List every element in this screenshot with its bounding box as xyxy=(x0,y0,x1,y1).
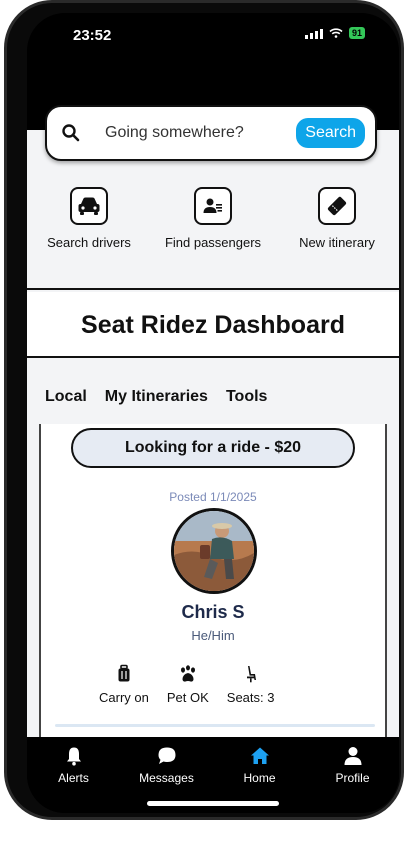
passengers-icon xyxy=(194,187,232,225)
seat-icon xyxy=(246,666,256,683)
nav-label: Messages xyxy=(139,771,194,785)
feature-pet-ok: Pet OK xyxy=(167,664,209,705)
feature-seats: Seats: 3 xyxy=(226,664,275,705)
ride-features: Carry on Pet OK Seats: 3 xyxy=(99,664,274,705)
home-icon xyxy=(250,747,269,764)
title-box: Seat Ridez Dashboard xyxy=(27,292,399,358)
status-time: 23:52 xyxy=(73,27,112,44)
nav-label: Home xyxy=(243,771,276,785)
status-bar: 23:52 91 xyxy=(27,13,399,57)
phone-frame: 23:52 91 Search drivers Find passengers … xyxy=(4,0,404,820)
divider xyxy=(27,288,399,290)
chat-icon xyxy=(158,747,175,764)
driver-name: Chris S xyxy=(181,602,245,622)
cellular-signal-icon xyxy=(304,28,323,39)
status-icons: 91 xyxy=(304,27,365,39)
phone-screen: 23:52 91 Search drivers Find passengers … xyxy=(27,13,399,813)
paw-icon xyxy=(180,665,195,682)
action-new-itinerary[interactable]: New itinerary xyxy=(275,185,399,280)
divider xyxy=(27,356,399,358)
feature-label: Carry on xyxy=(99,690,149,705)
wifi-icon xyxy=(329,28,343,38)
driver-pronouns: He/Him xyxy=(191,628,235,643)
search-button[interactable]: Search xyxy=(296,118,365,148)
quick-actions: Search drivers Find passengers New itine… xyxy=(27,185,399,280)
luggage-icon xyxy=(118,664,130,682)
nav-profile[interactable]: Profile xyxy=(306,737,399,813)
tab-bar: Local My Itineraries Tools xyxy=(45,388,267,406)
avatar-photo xyxy=(174,511,254,591)
feature-label: Seats: 3 xyxy=(226,690,275,705)
search-bar: Search xyxy=(45,105,377,161)
feature-carry-on: Carry on xyxy=(99,664,149,705)
person-icon xyxy=(344,747,361,765)
main-content: Search drivers Find passengers New itine… xyxy=(27,130,399,748)
ride-headline[interactable]: Looking for a ride - $20 xyxy=(71,428,355,468)
battery-icon: 91 xyxy=(348,27,365,39)
action-label: Search drivers xyxy=(47,235,131,250)
tab-my-itineraries[interactable]: My Itineraries xyxy=(105,388,208,406)
nav-alerts[interactable]: Alerts xyxy=(27,737,120,813)
nav-label: Alerts xyxy=(58,771,89,785)
search-input[interactable] xyxy=(105,124,285,142)
feature-label: Pet OK xyxy=(166,690,209,705)
tab-tools[interactable]: Tools xyxy=(226,388,267,406)
nav-label: Profile xyxy=(335,771,370,785)
action-find-passengers[interactable]: Find passengers xyxy=(151,185,275,280)
search-icon[interactable] xyxy=(61,123,81,143)
home-indicator[interactable] xyxy=(147,801,279,806)
ride-card[interactable]: Looking for a ride - $20 Posted 1/1/2025 xyxy=(39,424,387,748)
action-label: New itinerary xyxy=(299,235,375,250)
card-divider xyxy=(55,724,375,727)
posted-date: Posted 1/1/2025 xyxy=(169,490,257,504)
action-search-drivers[interactable]: Search drivers xyxy=(27,185,151,280)
page-title: Seat Ridez Dashboard xyxy=(81,310,345,339)
action-label: Find passengers xyxy=(164,235,262,250)
avatar[interactable] xyxy=(171,508,257,594)
car-icon xyxy=(70,187,108,225)
bell-icon xyxy=(66,747,81,766)
tab-local[interactable]: Local xyxy=(45,388,87,406)
ticket-icon xyxy=(318,187,356,225)
